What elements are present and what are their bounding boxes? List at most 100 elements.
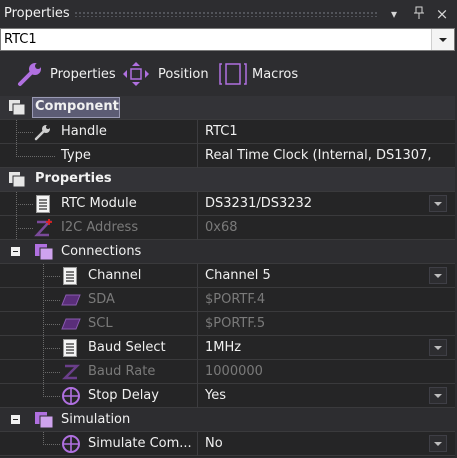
panel-title: Properties bbox=[4, 6, 70, 21]
pin-parallelogram-icon bbox=[61, 294, 81, 310]
tab-position[interactable]: Position bbox=[120, 58, 212, 90]
tree-line bbox=[43, 348, 61, 349]
property-value[interactable]: RTC1 bbox=[205, 124, 431, 139]
category-label: Connections bbox=[61, 244, 142, 259]
property-value[interactable]: Channel 5 bbox=[205, 268, 431, 283]
property-name: RTC Module bbox=[61, 196, 137, 211]
category-icon bbox=[9, 172, 27, 192]
column-divider bbox=[197, 264, 198, 288]
boolean-crosshair-icon bbox=[61, 434, 81, 458]
property-name: Baud Select bbox=[88, 340, 166, 355]
category-simulation[interactable]: Simulation bbox=[0, 408, 457, 432]
list-icon bbox=[63, 339, 77, 361]
property-row-baud-select[interactable]: Baud Select 1MHz bbox=[0, 336, 457, 360]
category-properties[interactable]: Properties bbox=[0, 168, 457, 192]
property-row-simulate-comms[interactable]: Simulate Com... No bbox=[0, 432, 457, 456]
property-value[interactable]: 1MHz bbox=[205, 340, 431, 355]
tree-line bbox=[43, 300, 61, 301]
boolean-crosshair-icon bbox=[61, 386, 81, 410]
move-arrows-icon bbox=[122, 61, 150, 91]
property-value: Real Time Clock (Internal, DS1307,... bbox=[205, 148, 431, 163]
wrench-icon bbox=[16, 61, 44, 91]
component-selector[interactable]: RTC1 bbox=[0, 28, 455, 51]
property-row-i2c-address: I2C Address 0x68 bbox=[0, 216, 457, 240]
property-row-scl: SCL $PORTF.5 bbox=[0, 312, 457, 336]
column-divider bbox=[197, 360, 198, 384]
property-name: I2C Address bbox=[61, 220, 139, 235]
category-label: Simulation bbox=[61, 412, 131, 427]
category-label: Properties bbox=[35, 171, 112, 186]
close-icon[interactable]: × bbox=[434, 6, 450, 22]
column-divider bbox=[197, 216, 198, 240]
wrench-icon bbox=[34, 123, 52, 145]
property-name: SCL bbox=[88, 316, 113, 331]
tree-line bbox=[43, 324, 61, 325]
tree-line bbox=[16, 204, 34, 205]
property-row-handle[interactable]: Handle RTC1 bbox=[0, 120, 457, 144]
list-icon bbox=[36, 195, 50, 217]
panel-menu-icon[interactable]: ▾ bbox=[386, 6, 402, 22]
property-name: Type bbox=[61, 148, 91, 163]
property-name: Channel bbox=[88, 268, 142, 283]
dropdown-button[interactable] bbox=[429, 339, 447, 356]
column-divider bbox=[197, 288, 198, 312]
property-name: Simulate Com... bbox=[88, 436, 192, 451]
property-value: $PORTF.5 bbox=[205, 316, 266, 331]
connections-icon bbox=[34, 243, 54, 265]
tree-line bbox=[16, 228, 34, 229]
column-divider bbox=[197, 312, 198, 336]
tree-line bbox=[16, 144, 17, 156]
property-row-sda: SDA $PORTF.4 bbox=[0, 288, 457, 312]
component-selector-value: RTC1 bbox=[4, 32, 37, 47]
property-value: $PORTF.4 bbox=[205, 292, 266, 307]
tab-position-label: Position bbox=[158, 67, 209, 82]
property-name: SDA bbox=[88, 292, 115, 307]
simulation-icon bbox=[34, 411, 54, 433]
list-icon bbox=[63, 267, 77, 289]
drag-grip[interactable] bbox=[74, 11, 379, 17]
tab-properties-label: Properties bbox=[50, 67, 116, 82]
tree-line bbox=[43, 396, 61, 397]
pin-parallelogram-icon bbox=[61, 318, 81, 334]
chevron-down-icon[interactable] bbox=[431, 29, 454, 50]
tab-macros[interactable]: Macros bbox=[216, 58, 306, 90]
property-value: 1000000 bbox=[205, 364, 263, 379]
property-name: Baud Rate bbox=[88, 364, 156, 379]
collapse-icon[interactable] bbox=[11, 247, 20, 256]
column-divider bbox=[197, 384, 198, 408]
property-value[interactable]: DS3231/DS3232 bbox=[205, 196, 431, 211]
property-value[interactable]: Yes bbox=[205, 388, 431, 403]
category-connections[interactable]: Connections bbox=[0, 240, 457, 264]
category-component[interactable]: Component bbox=[0, 96, 457, 120]
property-name: Handle bbox=[61, 124, 107, 139]
dropdown-button[interactable] bbox=[429, 387, 447, 404]
properties-tabbar: Properties Position Macros bbox=[0, 56, 457, 92]
tree-line bbox=[16, 132, 34, 133]
tab-macros-label: Macros bbox=[252, 67, 299, 82]
collapse-icon[interactable] bbox=[11, 415, 20, 424]
property-row-stop-delay[interactable]: Stop Delay Yes bbox=[0, 384, 457, 408]
property-row-baud-rate: Baud Rate 1000000 bbox=[0, 360, 457, 384]
integer-z-icon bbox=[61, 363, 81, 385]
dropdown-button[interactable] bbox=[429, 435, 447, 452]
property-value[interactable]: No bbox=[205, 436, 431, 451]
property-row-rtc-module[interactable]: RTC Module DS3231/DS3232 bbox=[0, 192, 457, 216]
property-name: Stop Delay bbox=[88, 388, 159, 403]
dropdown-button[interactable] bbox=[429, 195, 447, 212]
macros-icon bbox=[218, 61, 248, 91]
tree-line bbox=[16, 156, 56, 157]
category-label: Component bbox=[35, 99, 119, 114]
tab-properties[interactable]: Properties bbox=[10, 58, 116, 90]
panel-titlebar: Properties ▾ × bbox=[0, 0, 457, 28]
tree-line bbox=[43, 444, 61, 445]
dropdown-button[interactable] bbox=[429, 267, 447, 284]
property-row-channel[interactable]: Channel Channel 5 bbox=[0, 264, 457, 288]
integer-z-icon bbox=[34, 218, 54, 242]
pin-icon[interactable] bbox=[411, 6, 427, 22]
property-grid: Component Handle RTC1 Type Real Time Clo… bbox=[0, 96, 457, 457]
property-row-type[interactable]: Type Real Time Clock (Internal, DS1307,.… bbox=[0, 144, 457, 168]
property-value: 0x68 bbox=[205, 220, 238, 235]
column-divider bbox=[197, 432, 198, 456]
tree-line bbox=[43, 432, 44, 444]
tree-line bbox=[43, 384, 44, 396]
